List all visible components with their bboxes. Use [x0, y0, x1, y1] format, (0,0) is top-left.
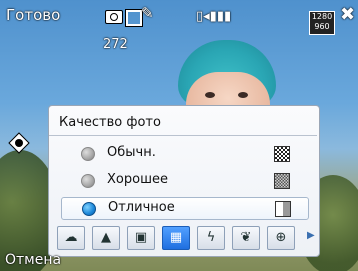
quality-option-best[interactable]: Отличное	[61, 197, 309, 220]
macro-button[interactable]: ❦	[232, 226, 260, 250]
zoom-icon: ⊕	[275, 230, 287, 245]
landscape-icon: ▲	[101, 230, 111, 245]
flash-button[interactable]: ϟ	[197, 226, 225, 250]
radio-button[interactable]	[81, 174, 95, 188]
cancel-button[interactable]: Отмена	[5, 252, 61, 268]
option-label: Обычн.	[107, 145, 156, 160]
option-label: Отличное	[108, 200, 175, 215]
resolution-icon: 1280 960	[309, 11, 335, 35]
quality-option-good[interactable]: Хорошее	[61, 170, 307, 191]
storage-icon: ▯◂▮▮▮	[196, 9, 232, 24]
chevron-right-icon[interactable]: ▶	[307, 230, 315, 241]
macro-icon: ❦	[240, 230, 252, 245]
radio-button[interactable]	[81, 147, 95, 161]
panel-title: Качество фото	[59, 115, 161, 130]
pen-icon: ✎	[141, 4, 154, 22]
radio-button-selected[interactable]	[82, 202, 96, 216]
zoom-button[interactable]: ⊕	[267, 226, 295, 250]
frame-icon: ▣	[134, 230, 148, 245]
quality-button[interactable]: ▦	[162, 226, 190, 250]
scene-mode-button[interactable]: ☁	[57, 226, 85, 250]
frame-mode-icon	[125, 9, 143, 27]
camera-screen: Готово ✎ 272 ▯◂▮▮▮ 1280 960 ✖ Качество ф…	[0, 0, 358, 271]
quality-best-icon	[275, 201, 291, 217]
quality-option-basic[interactable]: Обычн.	[61, 143, 307, 164]
landscape-button[interactable]: ▲	[92, 226, 120, 250]
photo-quality-panel: Качество фото Обычн. Хорошее Отличное ☁ …	[48, 105, 320, 257]
option-label: Хорошее	[107, 172, 168, 187]
status-bar: Готово ✎ 272 ▯◂▮▮▮ 1280 960 ✖	[0, 0, 358, 56]
frame-button[interactable]: ▣	[127, 226, 155, 250]
flash-icon: ϟ	[206, 230, 216, 245]
camera-mode-icon	[105, 10, 123, 24]
quality-icon: ▦	[169, 230, 183, 245]
shots-remaining: 272	[103, 37, 128, 52]
divider	[49, 135, 317, 136]
ready-button[interactable]: Готово	[6, 6, 60, 24]
scene-mode-icon: ☁	[64, 230, 78, 245]
close-icon[interactable]: ✖	[340, 6, 355, 24]
child-eye-right	[238, 92, 248, 98]
camera-settings-toolbar: ☁ ▲ ▣ ▦ ϟ ❦ ⊕ ▶	[57, 226, 315, 252]
child-eye-left	[205, 92, 215, 98]
quality-basic-icon	[274, 146, 290, 162]
quality-good-icon	[274, 173, 290, 189]
navigation-pad-icon[interactable]	[8, 132, 30, 154]
